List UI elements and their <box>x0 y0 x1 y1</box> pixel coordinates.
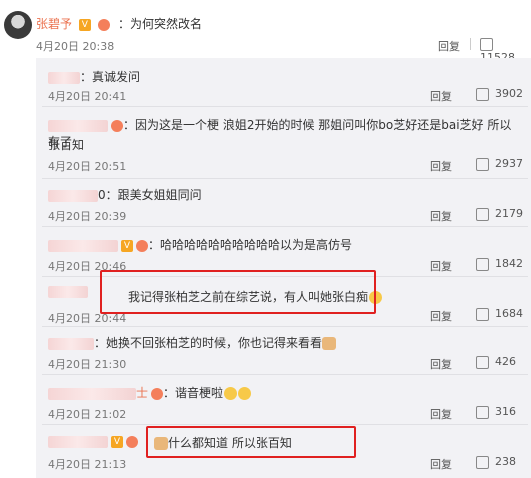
thumbs-up-icon <box>476 455 489 469</box>
divider <box>42 424 528 425</box>
thumbs-up-icon <box>480 37 493 51</box>
divider <box>42 326 528 327</box>
like-button[interactable]: 238 <box>476 455 516 469</box>
laugh-emoji-icon <box>238 387 252 400</box>
username-blurred[interactable] <box>48 435 108 448</box>
cat-emoji-icon <box>322 337 337 350</box>
reply-button[interactable]: 回复 <box>430 258 452 274</box>
username-blurred[interactable] <box>48 387 136 400</box>
thumbs-up-icon <box>476 307 489 321</box>
fan-badge-icon <box>126 435 138 448</box>
thumbs-up-icon <box>476 157 489 171</box>
username-blurred[interactable] <box>48 71 80 84</box>
username-blurred[interactable] <box>48 239 118 252</box>
top-comment-time: 4月20日 20:38 <box>36 40 115 53</box>
reply-time: 4月20日 21:13 <box>48 458 127 471</box>
like-button[interactable]: 1842 <box>476 257 523 271</box>
reply-button[interactable]: 回复 <box>430 406 452 422</box>
reply-button[interactable]: 回复 <box>430 308 452 324</box>
divider <box>42 374 528 375</box>
top-comment: 张碧予 V ：为何突然改名 4月20日 20:38 回复 11528 <box>0 0 531 64</box>
thumbs-up-icon <box>476 87 489 101</box>
replies-panel: ：真诚发问 4月20日 20:41 回复 3902 ：因为这是一个梗 浪姐2开始… <box>36 58 531 478</box>
like-button[interactable]: 426 <box>476 355 516 369</box>
reply-button[interactable]: 回复 <box>430 208 452 224</box>
vip-badge-icon: V <box>121 239 133 252</box>
top-comment-text: ：为何突然改名 <box>118 17 203 31</box>
username-blurred[interactable] <box>48 285 88 298</box>
username-blurred[interactable] <box>48 119 108 132</box>
reply-button[interactable]: 回复 <box>430 88 452 104</box>
fan-badge-icon <box>97 18 110 31</box>
divider <box>42 106 528 107</box>
fan-badge-icon <box>151 387 164 400</box>
like-button[interactable]: 1684 <box>476 307 523 321</box>
reply-button[interactable]: 回复 <box>430 356 452 372</box>
divider <box>42 178 528 179</box>
fan-badge-icon <box>136 239 148 252</box>
highlight-box <box>146 426 356 458</box>
fan-badge-icon <box>111 119 123 132</box>
reply-time: 4月20日 20:51 <box>48 160 127 173</box>
divider <box>42 226 528 227</box>
vip-badge-icon: V <box>78 18 91 31</box>
reply-time: 4月20日 21:02 <box>48 408 127 421</box>
thumbs-up-icon <box>476 405 489 419</box>
reply-time: 4月20日 20:41 <box>48 90 127 103</box>
like-button[interactable]: 3902 <box>476 87 523 101</box>
top-author[interactable]: 张碧予 V <box>36 15 110 32</box>
avatar[interactable] <box>4 11 32 39</box>
laugh-emoji-icon <box>224 387 238 400</box>
reply-button[interactable]: 回复 <box>430 456 452 472</box>
like-button[interactable]: 2179 <box>476 207 523 221</box>
like-button[interactable]: 2937 <box>476 157 523 171</box>
reply-time: 4月20日 20:39 <box>48 210 127 223</box>
thumbs-up-icon <box>476 355 489 369</box>
reply-button[interactable]: 回复 <box>430 158 452 174</box>
reply-text-line2: 张百知 <box>48 138 85 152</box>
username-blurred[interactable] <box>48 189 98 202</box>
username-blurred[interactable] <box>48 337 94 350</box>
reply-time: 4月20日 21:30 <box>48 358 127 371</box>
like-button[interactable]: 316 <box>476 405 516 419</box>
reply-button[interactable]: 回复 <box>438 38 460 54</box>
thumbs-up-icon <box>476 207 489 221</box>
divider <box>470 38 471 50</box>
vip-badge-icon: V <box>111 435 123 448</box>
highlight-box <box>100 270 376 314</box>
thumbs-up-icon <box>476 257 489 271</box>
